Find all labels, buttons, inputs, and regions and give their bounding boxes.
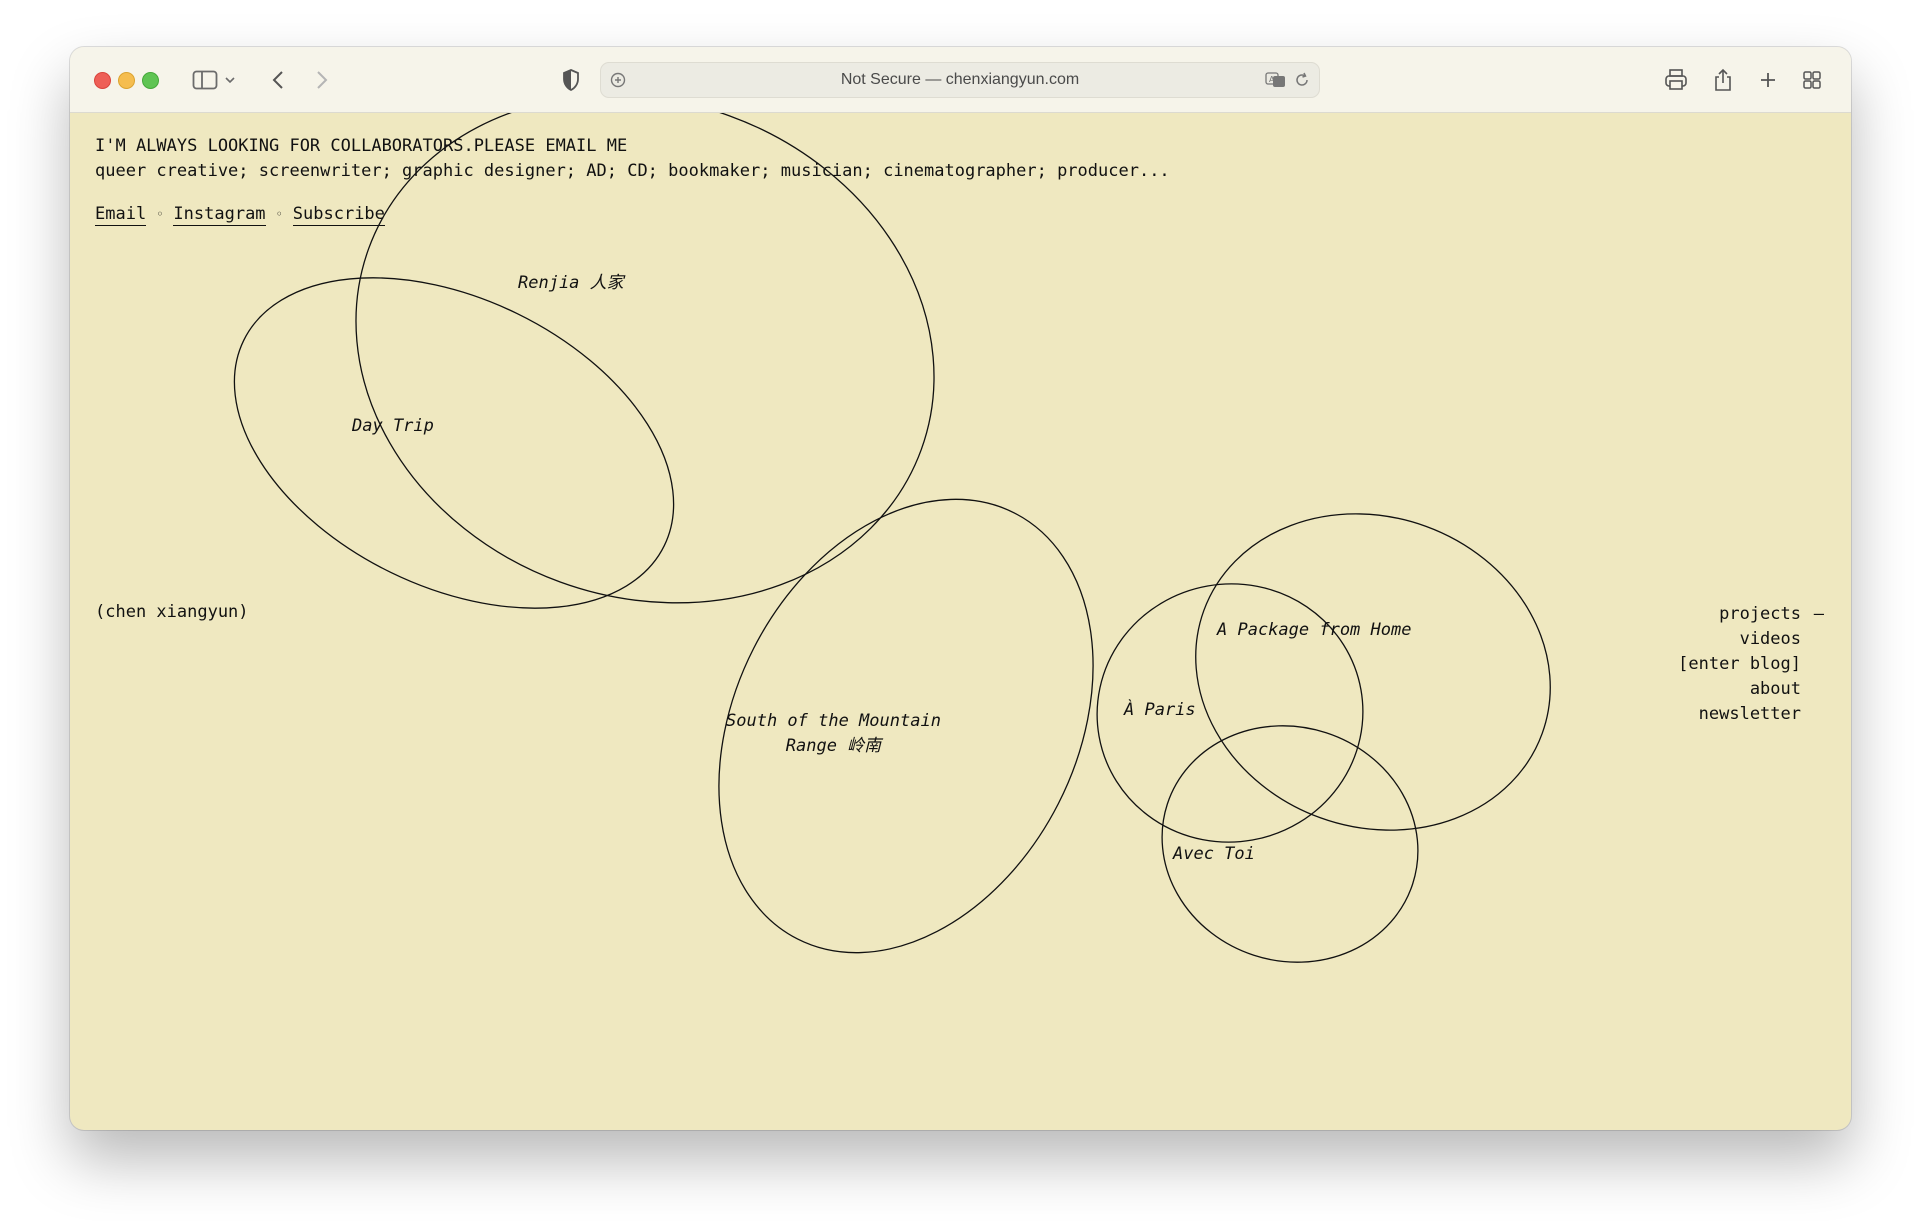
translate-icon[interactable]: A	[1263, 63, 1289, 97]
svg-text:A: A	[1269, 75, 1275, 84]
project-south-mountain-link[interactable]: South of the Mountain Range 岭南	[726, 709, 941, 759]
oval-renjia[interactable]	[284, 113, 1006, 683]
share-icon[interactable]	[1710, 65, 1736, 95]
sidebar-icon[interactable]	[190, 65, 220, 95]
project-south-mountain-line1: South of the Mountain	[726, 711, 941, 731]
privacy-shield-icon[interactable]	[560, 65, 582, 95]
address-text: Not Secure — chenxiangyun.com	[840, 71, 1080, 88]
browser-toolbar: Not Secure — chenxiangyun.com A	[70, 47, 1851, 113]
page-content: I'M ALWAYS LOOKING FOR COLLABORATORS.PLE…	[70, 113, 1851, 1130]
nav-newsletter[interactable]: newsletter	[1678, 702, 1801, 727]
project-renjia-link[interactable]: Renjia 人家	[518, 271, 624, 296]
nav-blog[interactable]: [enter blog]	[1678, 652, 1801, 677]
oval-package[interactable]	[1151, 465, 1595, 879]
site-nav: projects — videos [enter blog] about news…	[1678, 602, 1824, 727]
project-ovals	[181, 113, 1595, 963]
contact-links: Email ◦ Instagram ◦ Subscribe	[95, 204, 385, 226]
print-icon[interactable]	[1662, 65, 1690, 95]
oval-paris[interactable]	[1077, 563, 1384, 863]
project-south-mountain-line2: Range 岭南	[785, 736, 882, 756]
close-window-button[interactable]	[94, 72, 111, 89]
zoom-window-button[interactable]	[142, 72, 159, 89]
nav-projects-label: projects	[1719, 604, 1801, 624]
oval-day-trip[interactable]	[181, 211, 728, 675]
instagram-link[interactable]: Instagram	[173, 204, 266, 226]
email-link[interactable]: Email	[95, 204, 147, 226]
nav-about[interactable]: about	[1678, 677, 1801, 702]
forward-icon[interactable]	[310, 65, 334, 95]
browser-window: Not Secure — chenxiangyun.com A I'M ALWA…	[70, 47, 1851, 1130]
minimize-window-button[interactable]	[118, 72, 135, 89]
reload-icon[interactable]	[1291, 63, 1313, 97]
project-paris-link[interactable]: À Paris	[1124, 698, 1196, 723]
nav-active-marker: —	[1813, 604, 1824, 624]
nav-projects[interactable]: projects —	[1678, 602, 1824, 627]
link-separator: ◦	[156, 207, 164, 221]
project-avec-toi-link[interactable]: Avec Toi	[1173, 842, 1255, 867]
subscribe-link[interactable]: Subscribe	[292, 204, 385, 226]
site-name: (chen xiangyun)	[95, 602, 249, 622]
tab-overview-icon[interactable]	[1800, 65, 1824, 95]
collaborators-line: I'M ALWAYS LOOKING FOR COLLABORATORS.PLE…	[95, 136, 628, 156]
project-package-link[interactable]: A Package from Home	[1217, 618, 1411, 643]
roles-line: queer creative; screenwriter; graphic de…	[95, 161, 1170, 181]
nav-videos[interactable]: videos	[1678, 627, 1801, 652]
chevron-down-icon[interactable]	[222, 65, 238, 95]
back-icon[interactable]	[266, 65, 290, 95]
new-tab-icon[interactable]	[1756, 65, 1780, 95]
address-bar[interactable]: Not Secure — chenxiangyun.com A	[600, 62, 1320, 98]
link-separator: ◦	[275, 207, 283, 221]
project-day-trip-link[interactable]: Day Trip	[352, 414, 434, 439]
